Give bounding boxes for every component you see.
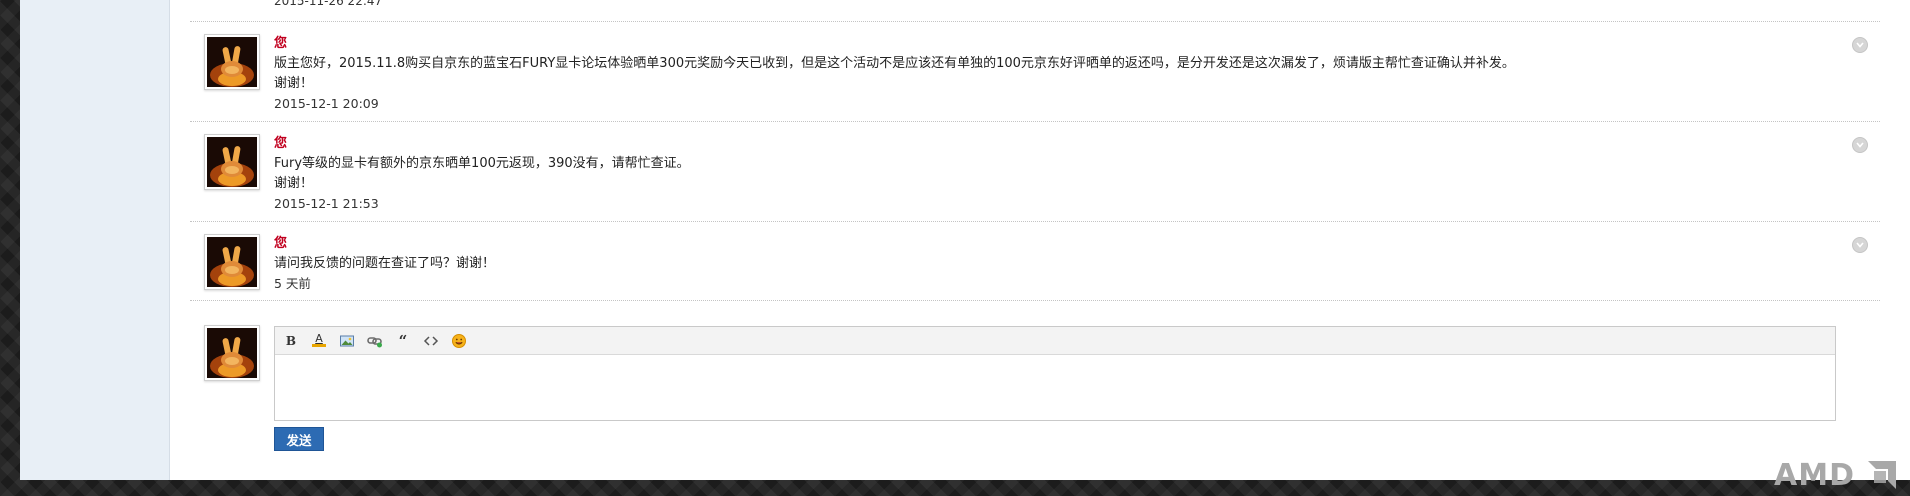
avatar[interactable] [204,134,260,190]
avatar[interactable] [204,234,260,290]
emoji-button[interactable] [447,330,471,352]
previous-message-time: 2015-11-26 22:47 [274,0,383,8]
quote-button[interactable]: “ [391,330,415,352]
editor-toolbar: B A “ [275,327,1835,355]
send-button[interactable]: 发送 [274,427,324,451]
bold-button[interactable]: B [279,330,303,352]
message-body: 您 请问我反馈的问题在查证了吗？谢谢！ 5 天前 [274,234,495,294]
message-time: 2015-12-1 20:09 [274,96,379,111]
message-author[interactable]: 您 [274,234,495,254]
chevron-down-icon [1856,142,1864,148]
message-thanks: 谢谢！ [274,76,314,91]
message-text: 请问我反馈的问题在查证了吗？谢谢！ [274,256,496,271]
chevron-down-icon [1856,42,1864,48]
reply-composer: B A “ 发送 [190,300,1880,460]
font-color-button[interactable]: A [307,330,331,352]
message-item: 您 版主您好，2015.11.8购买自京东的蓝宝石FURY显卡论坛体验晒单300… [190,21,1880,121]
message-text: Fury等级的显卡有额外的京东晒单100元返现，390没有，请帮忙查证。 [274,156,690,171]
code-button[interactable] [419,330,443,352]
font-color-icon: A [312,333,326,347]
peace-hand-avatar-icon [207,37,257,87]
message-thread: 2015-11-26 22:47 您 版主您好，2015.11.8购买自京东的蓝… [190,0,1880,480]
peace-hand-avatar-icon [207,328,257,378]
link-icon [367,336,382,347]
avatar[interactable] [204,325,260,381]
message-menu-button[interactable] [1852,37,1868,53]
code-icon [423,335,439,346]
emoji-icon [452,333,466,348]
image-button[interactable] [335,330,359,352]
message-text: 版主您好，2015.11.8购买自京东的蓝宝石FURY显卡论坛体验晒单300元奖… [274,56,1515,71]
amd-logo-icon: AMD [1774,458,1896,493]
peace-hand-avatar-icon [207,237,257,287]
peace-hand-avatar-icon [207,137,257,187]
chevron-down-icon [1856,242,1864,248]
message-menu-button[interactable] [1852,137,1868,153]
message-body: 您 版主您好，2015.11.8购买自京东的蓝宝石FURY显卡论坛体验晒单300… [274,34,1515,114]
reply-editor: B A “ [274,326,1836,421]
message-item: 您 Fury等级的显卡有额外的京东晒单100元返现，390没有，请帮忙查证。 谢… [190,121,1880,221]
message-time: 5 天前 [274,276,311,291]
message-body: 您 Fury等级的显卡有额外的京东晒单100元返现，390没有，请帮忙查证。 谢… [274,134,690,214]
image-icon [340,335,354,346]
link-button[interactable] [363,330,387,352]
message-menu-button[interactable] [1852,237,1868,253]
avatar[interactable] [204,34,260,90]
reply-input[interactable] [275,355,1835,419]
message-author[interactable]: 您 [274,134,690,154]
message-time: 2015-12-1 21:53 [274,196,379,211]
message-item: 您 请问我反馈的问题在查证了吗？谢谢！ 5 天前 [190,221,1880,301]
message-thanks: 谢谢！ [274,176,314,191]
amd-logo: AMD [1772,455,1902,493]
svg-text:AMD: AMD [1774,458,1855,493]
message-author[interactable]: 您 [274,34,1515,54]
left-sidebar [20,0,170,480]
quote-icon: “ [398,331,408,350]
bold-icon: B [285,333,297,348]
